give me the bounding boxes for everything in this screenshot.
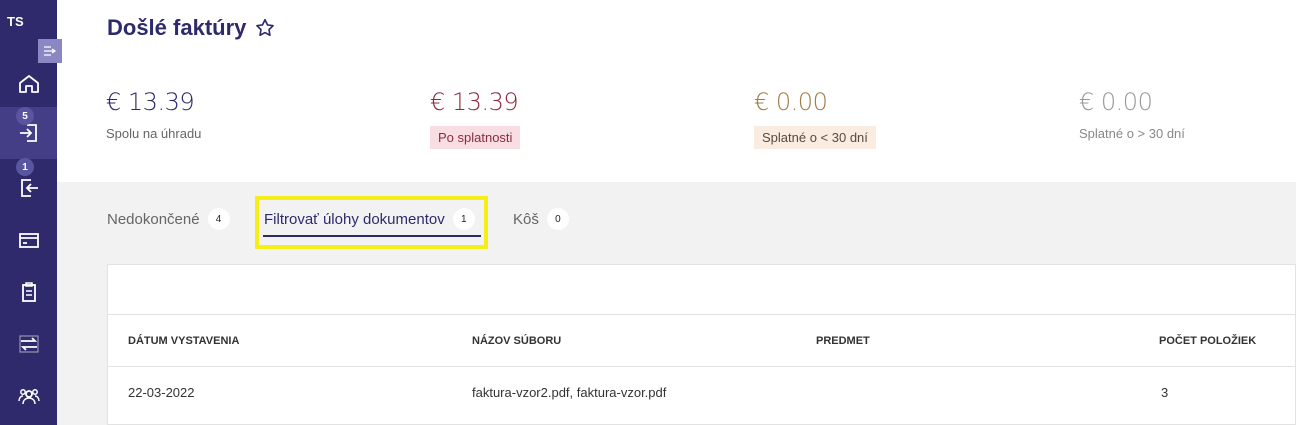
org-logo[interactable]: TS bbox=[7, 14, 24, 29]
col-issue-date[interactable]: DÁTUM VYSTAVENIA bbox=[128, 335, 239, 347]
nav-home[interactable] bbox=[0, 58, 57, 110]
documents-table: DÁTUM VYSTAVENIA NÁZOV SÚBORU PREDMET PO… bbox=[107, 264, 1296, 425]
row-item-count[interactable]: 3 bbox=[1161, 385, 1168, 400]
col-file-name[interactable]: NÁZOV SÚBORU bbox=[472, 335, 561, 347]
transfer-icon bbox=[18, 335, 39, 353]
col-subject[interactable]: PREDMET bbox=[816, 335, 870, 347]
overdue-badge[interactable]: Po splatnosti bbox=[430, 126, 521, 149]
sidebar: TS 5 1 bbox=[0, 0, 62, 425]
row-file-name[interactable]: faktura-vzor2.pdf, faktura-vzor.pdf bbox=[472, 385, 666, 400]
summary-due-soon: € 0.00 Splatné o < 30 dní bbox=[754, 88, 876, 149]
tab-unfinished[interactable]: Nedokončené 4 bbox=[107, 207, 230, 231]
col-item-count[interactable]: POČET POLOŽIEK bbox=[1159, 335, 1256, 347]
nav-contacts[interactable] bbox=[0, 370, 57, 422]
tab-count-badge: 0 bbox=[546, 208, 569, 230]
incoming-count-badge: 5 bbox=[16, 107, 34, 125]
nav-payments[interactable] bbox=[0, 214, 57, 266]
outgoing-count-badge: 1 bbox=[16, 158, 34, 176]
users-icon bbox=[17, 389, 40, 405]
summary-overdue: € 13.39 Po splatnosti bbox=[430, 88, 521, 149]
login-icon bbox=[19, 124, 37, 142]
credit-card-icon bbox=[18, 233, 39, 248]
page-title-text: Došlé faktúry bbox=[107, 15, 247, 40]
nav-transfers[interactable] bbox=[0, 318, 57, 370]
clipboard-icon bbox=[21, 282, 36, 302]
due-later-label: Splatné o > 30 dní bbox=[1079, 126, 1185, 141]
tab-label: Kôš bbox=[513, 210, 539, 228]
summary-due-later: € 0.00 Splatné o > 30 dní bbox=[1079, 88, 1185, 143]
nav-tasks[interactable] bbox=[0, 266, 57, 318]
main-content: Došlé faktúry € 13.39 Spolu na úhradu € … bbox=[57, 0, 1296, 425]
star-icon[interactable] bbox=[254, 17, 276, 39]
expand-icon bbox=[44, 46, 57, 56]
total-label: Spolu na úhradu bbox=[106, 126, 202, 141]
highlight-box bbox=[255, 196, 488, 249]
tab-label: Nedokončené bbox=[107, 210, 200, 228]
due-soon-amount: € 0.00 bbox=[754, 88, 828, 116]
total-amount: € 13.39 bbox=[106, 88, 195, 116]
home-icon bbox=[18, 75, 39, 93]
tab-trash[interactable]: Kôš 0 bbox=[513, 207, 569, 231]
row-issue-date[interactable]: 22-03-2022 bbox=[128, 385, 195, 400]
page-title: Došlé faktúry bbox=[107, 15, 276, 41]
summary-total: € 13.39 Spolu na úhradu bbox=[106, 88, 201, 143]
overdue-amount: € 13.39 bbox=[430, 88, 519, 116]
tab-count-badge: 4 bbox=[207, 208, 230, 230]
due-later-amount: € 0.00 bbox=[1079, 88, 1153, 116]
logout-icon bbox=[20, 179, 38, 197]
table-header: DÁTUM VYSTAVENIA NÁZOV SÚBORU PREDMET PO… bbox=[108, 314, 1296, 367]
due-soon-badge[interactable]: Splatné o < 30 dní bbox=[754, 126, 876, 149]
